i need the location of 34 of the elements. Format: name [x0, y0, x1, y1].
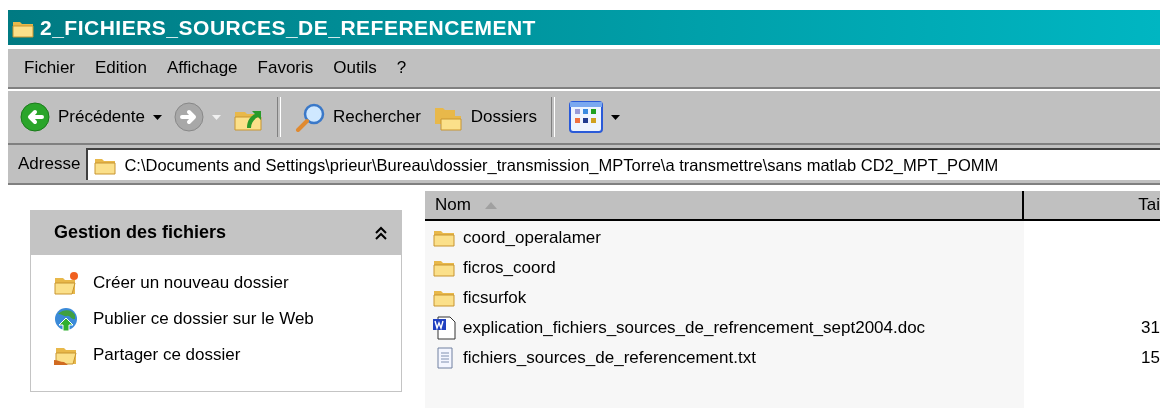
globe-upload-icon [53, 306, 79, 332]
new-folder-icon [53, 270, 79, 296]
panel-title: Gestion des fichiers [54, 222, 227, 243]
window-title: 2_FICHIERS_SOURCES_DE_REFERENCEMENT [40, 15, 536, 40]
file-name-cell[interactable]: ficsurfok [425, 283, 1024, 313]
task-link[interactable]: Publier ce dossier sur le Web [53, 305, 401, 333]
file-name-cell[interactable]: coord_operalamer [425, 223, 1024, 253]
column-header[interactable]: Tai [1024, 191, 1160, 221]
task-link[interactable]: Partager ce dossier [53, 341, 401, 369]
file-name-cell[interactable]: ficros_coord [425, 253, 1024, 283]
search-button[interactable]: Rechercher [290, 98, 425, 136]
menu-item[interactable]: ? [390, 54, 417, 82]
views-icon [568, 101, 603, 133]
word-document-icon [433, 316, 457, 340]
sort-arrow-icon [484, 201, 497, 209]
address-field[interactable]: C:\Documents and Settings\prieur\Bureau\dossier_transmission_MPTorre\a transmettre\sans matlab CD2_MPT_POMM [86, 148, 1160, 180]
task-link[interactable]: Créer un nouveau dossier [53, 269, 401, 297]
search-icon [294, 102, 325, 132]
folders-button[interactable]: Dossiers [428, 98, 541, 136]
file-name-cell[interactable]: explication_fichiers_sources_de_refrencement_sept2004.doc [425, 313, 1024, 343]
column-header[interactable]: Nom [425, 191, 1024, 221]
file-size-cell-text: 31 [1140, 317, 1160, 339]
file-size-cell-text: 15 [1140, 347, 1160, 369]
address-label: Adresse [18, 154, 81, 174]
collapse-icon[interactable] [374, 224, 388, 241]
caret-icon[interactable] [610, 114, 620, 120]
file-name-cell[interactable]: fichiers_sources_de_referencement.txt [425, 343, 1024, 373]
menu-item[interactable]: Affichage [161, 54, 248, 82]
caret-icon[interactable] [152, 114, 162, 120]
menu-item[interactable]: Outils [327, 54, 387, 82]
menu-item[interactable]: Edition [89, 54, 157, 82]
menu-item[interactable]: Favoris [251, 54, 324, 82]
back-button[interactable]: Précédente [16, 98, 166, 136]
menu-item[interactable]: Fichier [18, 54, 85, 82]
